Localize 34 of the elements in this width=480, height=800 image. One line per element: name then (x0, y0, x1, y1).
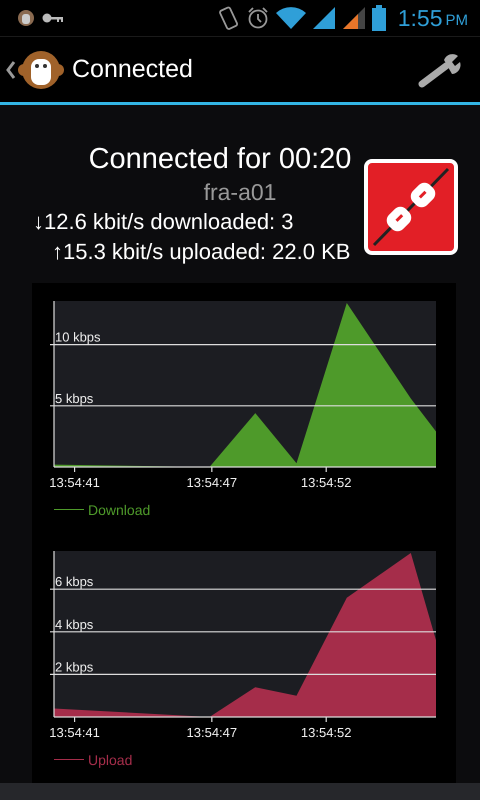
clock-period: PM (446, 10, 468, 29)
wifi-icon (276, 6, 306, 30)
x-tick-label: 13:54:52 (300, 474, 352, 490)
unplugged-icon[interactable] (364, 158, 458, 255)
alarm-icon (246, 6, 270, 30)
legend-label: Upload (88, 752, 132, 768)
screen-title: Connected (72, 55, 193, 84)
back-icon[interactable] (6, 60, 16, 78)
monkey-logo[interactable] (18, 50, 64, 90)
y-tick-label: 2 kbps (55, 659, 94, 674)
download-rate: ↓12.6 kbit/s downloaded: 3 (33, 208, 294, 236)
signal-icon (342, 6, 366, 30)
legend-line (54, 509, 84, 510)
y-tick-label: 10 kbps (55, 329, 101, 344)
y-tick-label: 5 kbps (55, 390, 94, 406)
upload-rate: ↑15.3 kbit/s uploaded: 22.0 KB (52, 238, 350, 266)
x-tick-label: 13:54:52 (300, 724, 352, 740)
x-tick-label: 13:54:41 (49, 724, 100, 740)
key-icon (42, 12, 64, 24)
x-tick-label: 13:54:47 (186, 724, 238, 740)
y-tick-label: 4 kbps (55, 616, 94, 632)
signal-icon (312, 6, 336, 30)
vibrate-icon (218, 5, 240, 32)
y-tick-label: 6 kbps (55, 574, 94, 590)
clock-time: 1:55 (398, 4, 442, 32)
x-tick-label: 13:54:47 (186, 474, 238, 490)
battery-icon (372, 5, 386, 32)
x-tick-label: 13:54:41 (49, 474, 100, 490)
monkey-icon (16, 9, 36, 28)
legend-line (54, 759, 84, 760)
legend-label: Download (88, 502, 150, 518)
wrench-icon[interactable] (418, 52, 462, 88)
connection-duration: Connected for 00:20 (88, 142, 352, 177)
server-name: fra-a01 (204, 178, 276, 207)
